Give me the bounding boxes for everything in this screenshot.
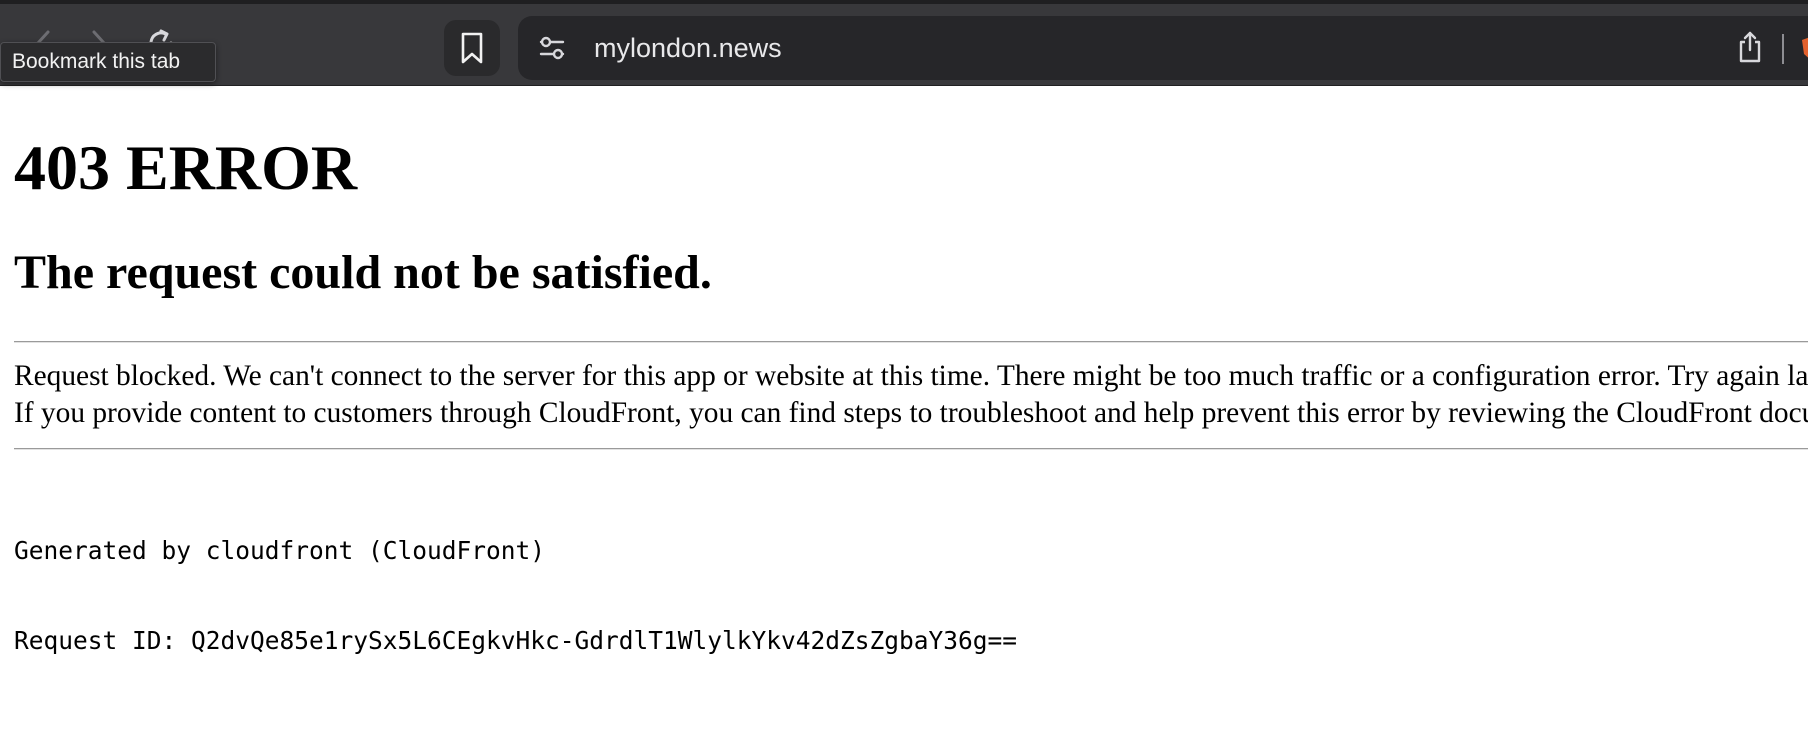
error-message-line: Request blocked. We can't connect to the… <box>14 360 1808 392</box>
error-message: Request blocked. We can't connect to the… <box>14 358 1808 432</box>
browser-toolbar: mylondon.news Bookmark this tab <box>0 0 1808 86</box>
request-id-text: Request ID: Q2dvQe85e1rySx5L6CEgkvHkc-Gd… <box>14 626 1018 655</box>
bookmark-tooltip: Bookmark this tab <box>0 42 216 82</box>
url-text[interactable]: mylondon.news <box>594 16 782 80</box>
brave-shield-icon[interactable] <box>1800 34 1808 64</box>
divider-top <box>14 341 1808 343</box>
generated-by-text: Generated by cloudfront (CloudFront) <box>14 536 546 565</box>
address-bar-divider <box>1782 34 1784 64</box>
sliders-icon[interactable] <box>538 34 566 62</box>
bookmark-icon <box>461 32 483 64</box>
address-bar[interactable]: mylondon.news <box>518 16 1808 80</box>
error-message-line: If you provide content to customers thro… <box>14 397 1808 429</box>
page-title: 403 ERROR <box>14 132 358 203</box>
request-details: Generated by cloudfront (CloudFront) Req… <box>14 476 1017 716</box>
share-icon[interactable] <box>1735 30 1765 64</box>
divider-bottom <box>14 448 1808 450</box>
page-subtitle: The request could not be satisfied. <box>14 246 712 299</box>
bookmark-button[interactable] <box>444 20 500 76</box>
error-page: 403 ERROR The request could not be satis… <box>0 86 1808 756</box>
